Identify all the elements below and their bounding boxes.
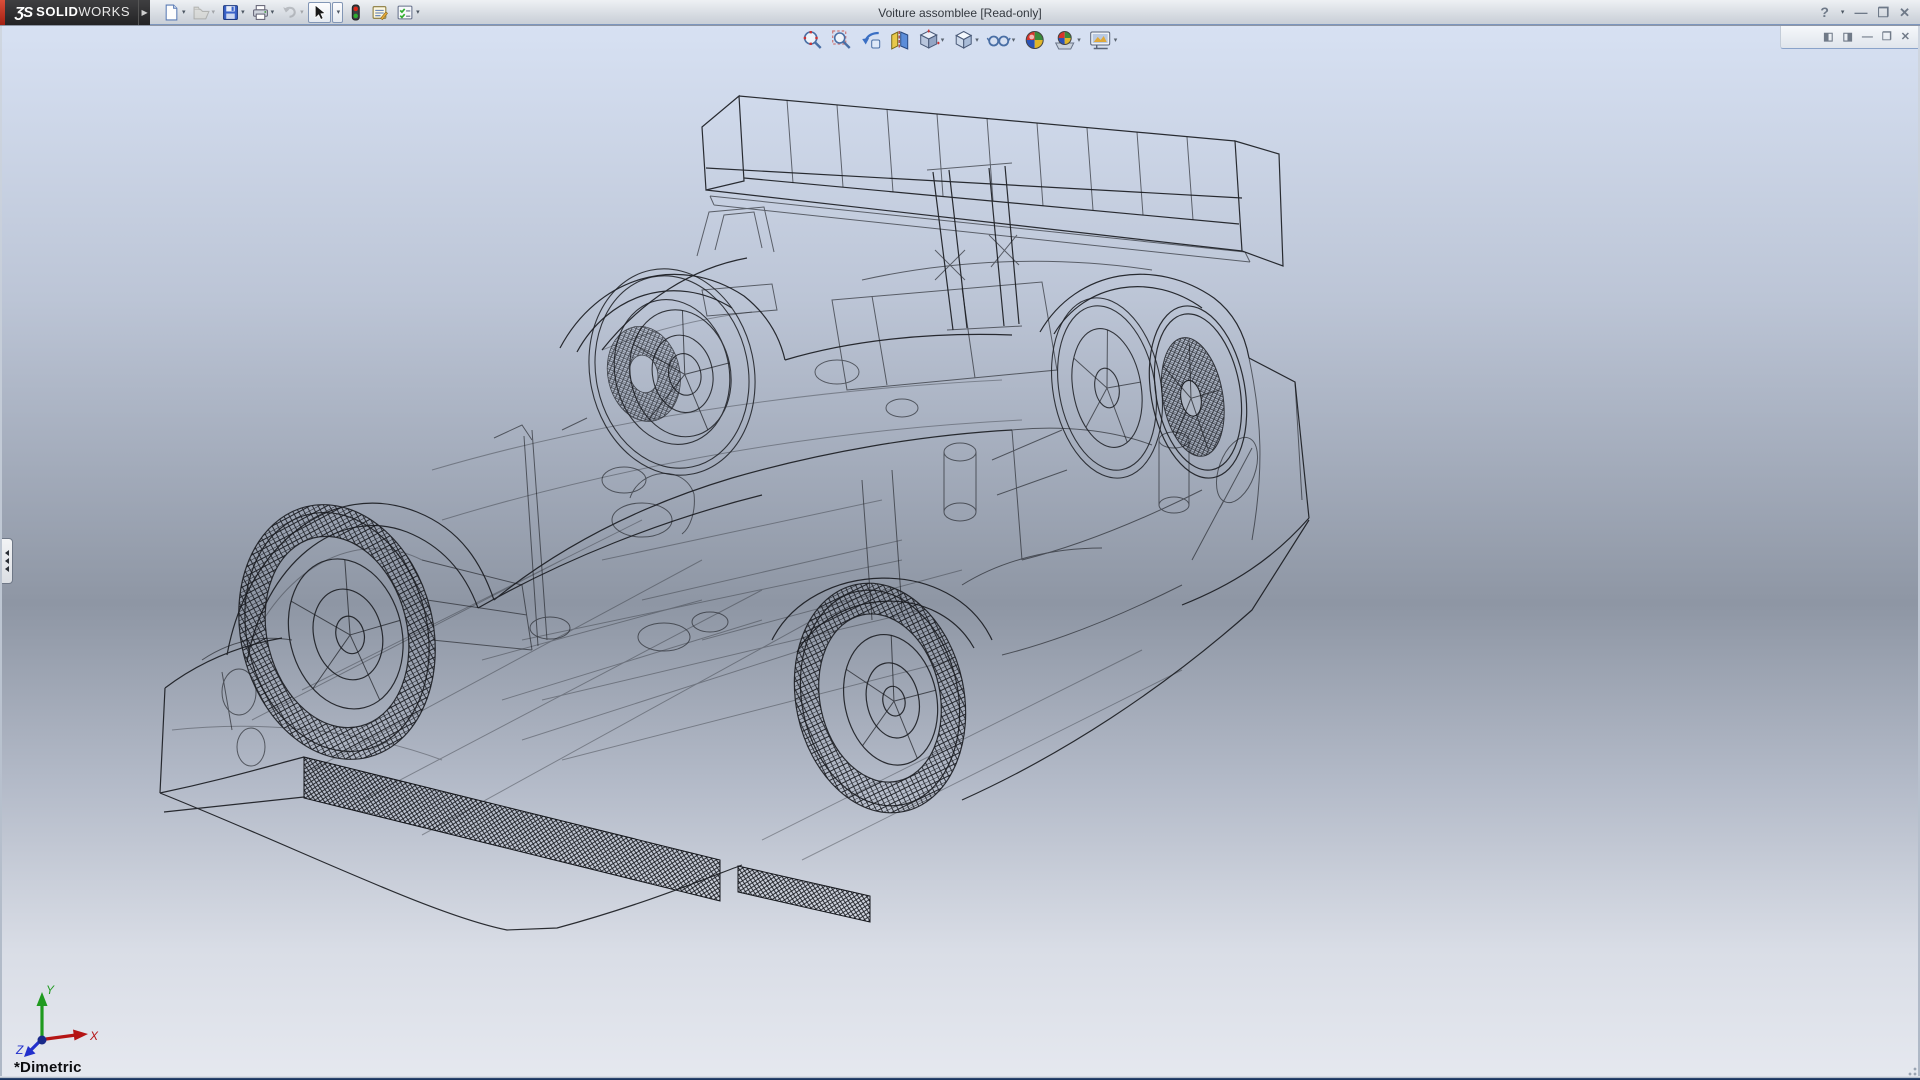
- select-cursor-icon: [311, 4, 328, 21]
- window-frame-left: [0, 26, 2, 1076]
- select-tool-button[interactable]: [308, 2, 331, 23]
- zoom-to-fit-button[interactable]: [801, 28, 825, 52]
- apply-scene-icon: [1052, 29, 1076, 51]
- new-document-icon: [163, 4, 180, 21]
- apply-scene-button[interactable]: ▾: [1051, 28, 1083, 52]
- close-button[interactable]: ✕: [1899, 6, 1910, 19]
- open-button[interactable]: ▾: [190, 2, 219, 23]
- open-folder-icon: [193, 4, 210, 21]
- doc-restore-button[interactable]: ❐: [1882, 32, 1892, 43]
- help-dropdown[interactable]: ▾: [1841, 8, 1845, 16]
- graphics-viewport[interactable]: ▾ ▾ ▾: [2, 26, 1918, 1076]
- quick-access-toolbar: ▾ ▾ ▾ ▾: [160, 0, 424, 25]
- undo-arrow-icon: [281, 4, 298, 21]
- section-view-icon: [889, 29, 911, 51]
- select-tool-dropdown[interactable]: ▾: [332, 2, 344, 23]
- eyeglasses-icon: [987, 29, 1011, 51]
- view-settings-icon: [1089, 29, 1113, 51]
- restore-button[interactable]: ❐: [1877, 6, 1889, 19]
- titlebar: ƷS SOLIDWORKS ▶ ▾ ▾ ▾: [0, 0, 1920, 25]
- menu-flyout-arrow[interactable]: ▶: [138, 0, 150, 25]
- properties-button[interactable]: [368, 2, 392, 23]
- front-right-wheel[interactable]: [774, 567, 987, 829]
- options-checklist-icon: [396, 4, 414, 21]
- resize-grip[interactable]: [1902, 1066, 1918, 1078]
- rear-left-wheel[interactable]: [570, 253, 774, 491]
- zoom-area-icon: [831, 29, 853, 51]
- hide-show-items-button[interactable]: ▾: [986, 28, 1018, 52]
- save-button[interactable]: ▾: [219, 2, 248, 23]
- options-button[interactable]: ▾: [393, 2, 423, 23]
- view-orientation-label: *Dimetric: [14, 1059, 82, 1076]
- solidworks-logo: ƷS SOLIDWORKS: [5, 0, 138, 25]
- save-floppy-icon: [222, 4, 239, 21]
- rear-right-outer-wheel[interactable]: [1137, 298, 1260, 486]
- logo-bold-text: SOLID: [36, 4, 78, 19]
- window-frame-bottom: [0, 1076, 1920, 1080]
- wireframe-race-car-model[interactable]: [2, 26, 1918, 1076]
- triad-x-arrow: [73, 1030, 88, 1041]
- traffic-light-icon: [347, 4, 364, 21]
- window-title: Voiture assomblee [Read-only]: [878, 6, 1041, 20]
- featuremanager-collapse-right-button[interactable]: ◨: [1843, 32, 1853, 43]
- chevron-left-icon: [5, 558, 9, 564]
- logo-light-text: WORKS: [78, 4, 130, 19]
- headsup-view-toolbar: ▾ ▾ ▾: [801, 28, 1120, 52]
- view-orientation-button[interactable]: ▾: [917, 28, 947, 52]
- featuremanager-collapsed-tab[interactable]: [2, 538, 13, 584]
- previous-view-button[interactable]: [859, 28, 883, 52]
- help-button[interactable]: ?: [1820, 4, 1829, 20]
- section-view-button[interactable]: [888, 28, 912, 52]
- doc-minimize-button[interactable]: —: [1862, 32, 1873, 43]
- splitter-mesh-band: [738, 866, 870, 922]
- zoom-to-area-button[interactable]: [830, 28, 854, 52]
- zoom-fit-icon: [802, 29, 824, 51]
- triad-origin: [38, 1036, 47, 1045]
- previous-view-icon: [860, 29, 882, 51]
- chevron-left-icon: [5, 566, 9, 572]
- new-document-button[interactable]: ▾: [160, 2, 189, 23]
- properties-icon: [371, 4, 389, 21]
- display-style-button[interactable]: ▾: [951, 28, 981, 52]
- print-button[interactable]: ▾: [249, 2, 278, 23]
- logo-glyph: ƷS: [15, 4, 32, 21]
- triad-x-label: X: [89, 1029, 99, 1043]
- undo-button[interactable]: ▾: [278, 2, 307, 23]
- edit-appearance-button[interactable]: [1022, 28, 1046, 52]
- featuremanager-collapse-left-button[interactable]: ◧: [1823, 32, 1833, 43]
- printer-icon: [252, 4, 269, 21]
- window-controls: ? ▾ — ❐ ✕: [1820, 4, 1920, 20]
- view-orientation-icon: [918, 29, 940, 51]
- doc-close-button[interactable]: ✕: [1901, 32, 1910, 43]
- document-window-controls: ◧ ◨ — ❐ ✕: [1780, 26, 1918, 49]
- minimize-button[interactable]: —: [1854, 6, 1867, 19]
- front-left-wheel[interactable]: [213, 484, 462, 781]
- chevron-left-icon: [5, 550, 9, 556]
- traffic-light-button[interactable]: [344, 2, 367, 23]
- triad-y-label: Y: [46, 983, 55, 997]
- radiator-mesh-band: [304, 757, 720, 901]
- triad-z-label: Z: [15, 1043, 24, 1057]
- reference-triad: X Y Z: [2, 982, 122, 1062]
- display-style-icon: [952, 29, 974, 51]
- appearance-ball-icon: [1023, 29, 1045, 51]
- view-settings-button[interactable]: ▾: [1088, 28, 1120, 52]
